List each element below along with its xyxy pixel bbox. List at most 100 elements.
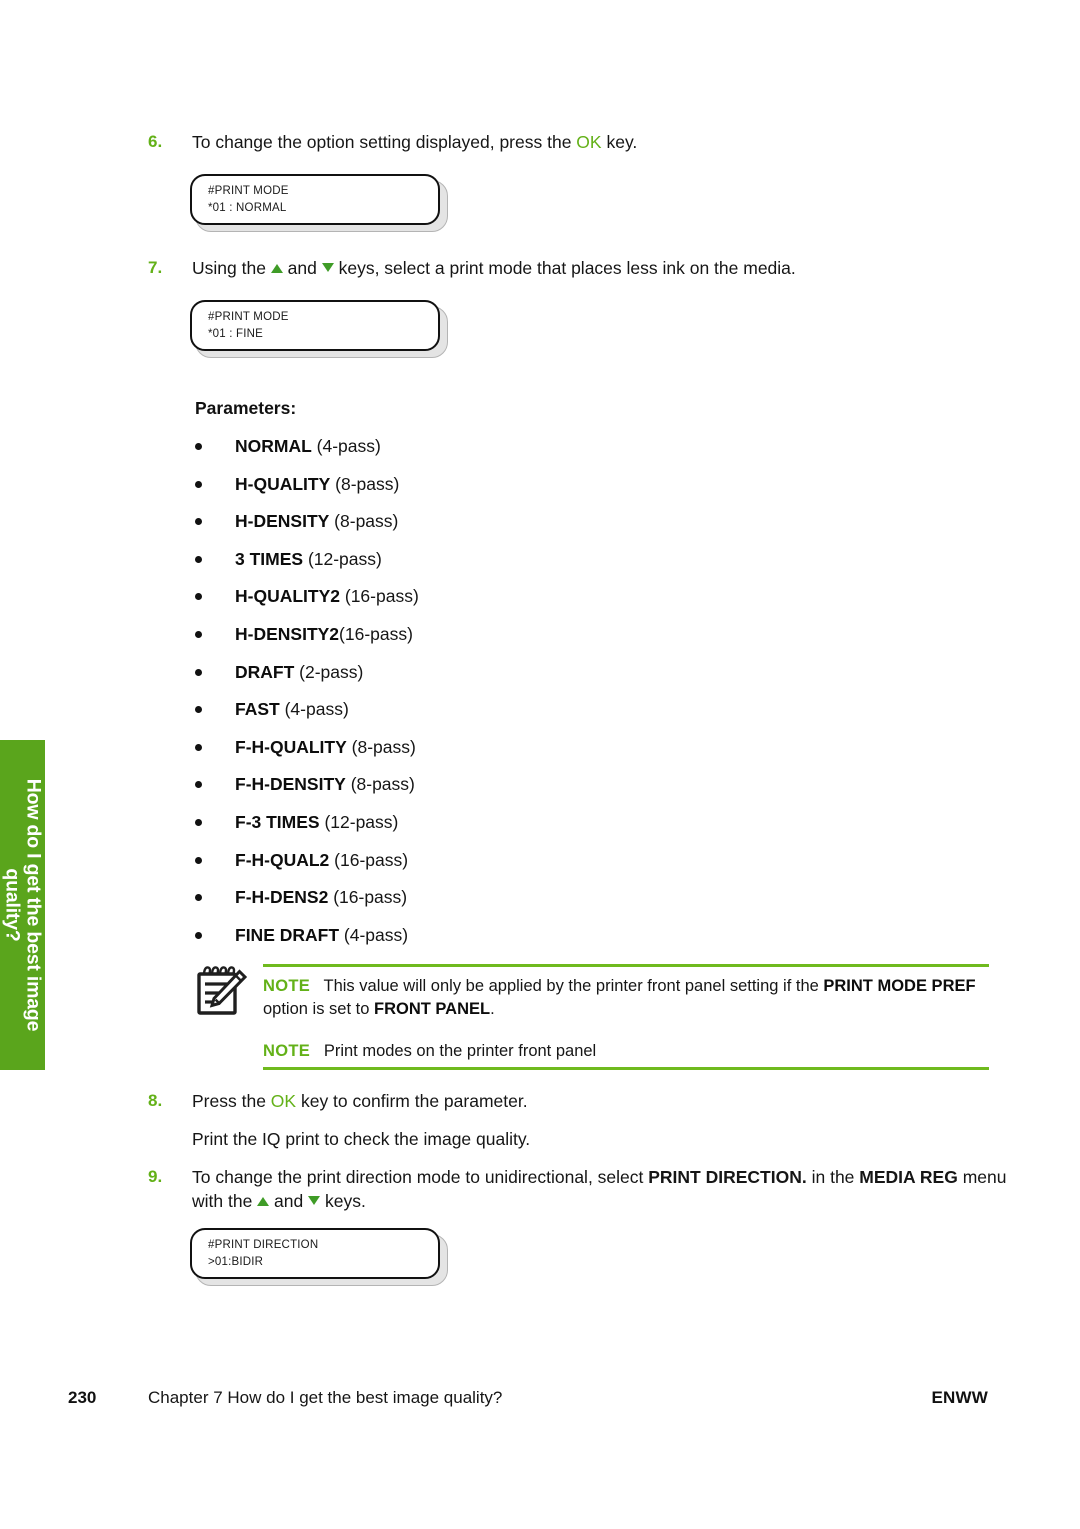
bullet-icon — [195, 781, 202, 789]
document-page: How do I get the best image quality? 6. … — [0, 0, 1080, 1529]
list-item: F-H-DENSITY (8-pass) — [195, 772, 695, 810]
parameter-name: F-H-DENSITY — [235, 774, 346, 795]
note-1-text-c: . — [490, 1000, 495, 1018]
bullet-icon — [195, 894, 202, 902]
parameter-pass: (16-pass) — [340, 586, 419, 607]
step-8-text-b: key to confirm the parameter. — [296, 1091, 528, 1111]
parameter-name: DRAFT — [235, 661, 295, 682]
parameter-name: H-DENSITY2 — [235, 623, 340, 644]
lcd-line-1: #PRINT MODE — [208, 311, 289, 323]
parameter-pass: (4-pass) — [311, 436, 381, 456]
arrow-up-icon — [257, 1197, 270, 1206]
parameter-pass: (2-pass) — [294, 661, 364, 682]
parameter-name: F-3 TIMES — [235, 811, 320, 832]
chapter-side-tab-label: How do I get the best image quality? — [1, 778, 45, 1032]
note-1-bold-2: FRONT PANEL — [373, 1000, 491, 1018]
step-9-bold-1: PRINT DIRECTION. — [648, 1167, 807, 1187]
parameter-pass: (4-pass) — [279, 699, 349, 720]
step-8-line-1: Press the OK key to confirm the paramete… — [192, 1089, 530, 1113]
parameter-pass: (8-pass) — [330, 473, 400, 494]
note-message-2: NOTE Print modes on the printer front pa… — [263, 1040, 989, 1063]
lcd-line-1: #PRINT DIRECTION — [208, 1239, 319, 1251]
footer-chapter-title: Chapter 7 How do I get the best image qu… — [148, 1388, 503, 1407]
list-item: F-H-DENS2 (16-pass) — [195, 885, 695, 923]
parameter-name: NORMAL — [235, 436, 312, 456]
step-9-number: 9. — [148, 1167, 163, 1186]
step-6-number: 6. — [148, 132, 163, 151]
note-message-1: NOTE This value will only be applied by … — [263, 975, 989, 1021]
step-9-text-d: and — [269, 1191, 309, 1211]
lcd-screen: #PRINT MODE *01 : NORMAL — [190, 174, 440, 225]
parameter-pass: (16-pass) — [328, 887, 408, 908]
bullet-icon — [195, 555, 202, 563]
step-7-text: Using the and keys, select a print mode … — [192, 256, 796, 280]
list-item: F-H-QUAL2 (16-pass) — [195, 848, 695, 886]
step-8-line-2: Print the IQ print to check the image qu… — [192, 1129, 531, 1149]
step-6-text-b: key. — [601, 132, 638, 152]
lcd-print-direction: #PRINT DIRECTION >01:BIDIR — [190, 1228, 448, 1286]
step-8-number: 8. — [148, 1091, 163, 1110]
list-item: F-3 TIMES (12-pass) — [195, 810, 695, 848]
step-7: 7. Using the and keys, select a print mo… — [148, 256, 1008, 280]
step-8-text-a: Press the — [192, 1091, 271, 1111]
parameter-name: F-H-QUALITY — [235, 736, 347, 757]
lcd-screen: #PRINT MODE *01 : FINE — [190, 300, 440, 351]
chapter-side-tab: How do I get the best image quality? — [0, 740, 45, 1070]
parameter-name: F-H-DENS2 — [235, 887, 329, 908]
list-item: F-H-QUALITY (8-pass) — [195, 735, 695, 773]
step-9-text-b: in the — [806, 1167, 860, 1187]
note-2-text: Print modes on the printer front panel — [323, 1042, 597, 1060]
list-item: H-DENSITY2(16-pass) — [195, 622, 695, 660]
lcd-print-mode-fine: #PRINT MODE *01 : FINE — [190, 300, 448, 358]
parameters-list: NORMAL (4-pass) H-QUALITY (8-pass) H-DEN… — [195, 434, 695, 960]
parameter-pass: (12-pass) — [319, 811, 399, 832]
lcd-line-1: #PRINT MODE — [208, 185, 289, 197]
list-item: H-QUALITY (8-pass) — [195, 472, 695, 510]
list-item: 3 TIMES (12-pass) — [195, 547, 695, 585]
step-8-text: Press the OK key to confirm the paramete… — [192, 1089, 530, 1151]
parameter-name: H-DENSITY — [235, 511, 330, 532]
parameter-name: H-QUALITY2 — [235, 586, 340, 607]
note-tag: NOTE — [263, 1042, 311, 1060]
parameter-pass: (8-pass) — [329, 511, 399, 532]
notepad-pencil-icon — [192, 963, 248, 1019]
parameter-name: 3 TIMES — [235, 548, 304, 569]
bullet-icon — [195, 931, 202, 939]
step-6-text-a: To change the option setting displayed, … — [192, 132, 577, 152]
arrow-up-icon — [270, 264, 283, 273]
parameter-name: F-H-QUAL2 — [235, 849, 330, 870]
parameter-pass: (4-pass) — [339, 924, 409, 945]
step-7-text-a: Using the — [192, 258, 271, 278]
lcd-line-2: *01 : NORMAL — [208, 202, 287, 214]
bullet-icon — [195, 480, 202, 488]
parameters-heading: Parameters: — [195, 398, 297, 418]
bullet-icon — [195, 593, 202, 601]
bullet-icon — [195, 518, 202, 526]
parameter-name: FINE DRAFT — [235, 924, 340, 945]
list-item: NORMAL (4-pass) — [195, 434, 695, 472]
note-1-text-a: This value will only be applied by the p… — [323, 977, 824, 995]
footer-brand: ENWW — [931, 1388, 988, 1407]
list-item: H-QUALITY2 (16-pass) — [195, 584, 695, 622]
list-item: DRAFT (2-pass) — [195, 660, 695, 698]
parameter-name: FAST — [235, 699, 280, 720]
lcd-print-mode-normal: #PRINT MODE *01 : NORMAL — [190, 174, 448, 232]
page-footer: 230 Chapter 7 How do I get the best imag… — [0, 1388, 1080, 1414]
bullet-icon — [195, 743, 202, 751]
step-7-number: 7. — [148, 258, 163, 277]
list-item: H-DENSITY (8-pass) — [195, 509, 695, 547]
bullet-icon — [195, 818, 202, 826]
step-9-text-a: To change the print direction mode to un… — [192, 1167, 649, 1187]
list-item: FINE DRAFT (4-pass) — [195, 923, 695, 961]
note-tag: NOTE — [263, 977, 311, 995]
note-rule-bottom — [263, 1067, 989, 1070]
arrow-down-icon — [308, 1196, 321, 1205]
parameter-pass: (16-pass) — [329, 849, 409, 870]
ok-key-label: OK — [270, 1091, 297, 1111]
parameter-pass: (12-pass) — [303, 548, 382, 569]
bullet-icon — [195, 668, 202, 676]
step-7-text-c: keys, select a print mode that places le… — [333, 258, 796, 278]
note-block: NOTE This value will only be applied by … — [192, 960, 992, 1072]
bullet-icon — [195, 630, 202, 638]
ok-key-label: OK — [576, 132, 602, 152]
